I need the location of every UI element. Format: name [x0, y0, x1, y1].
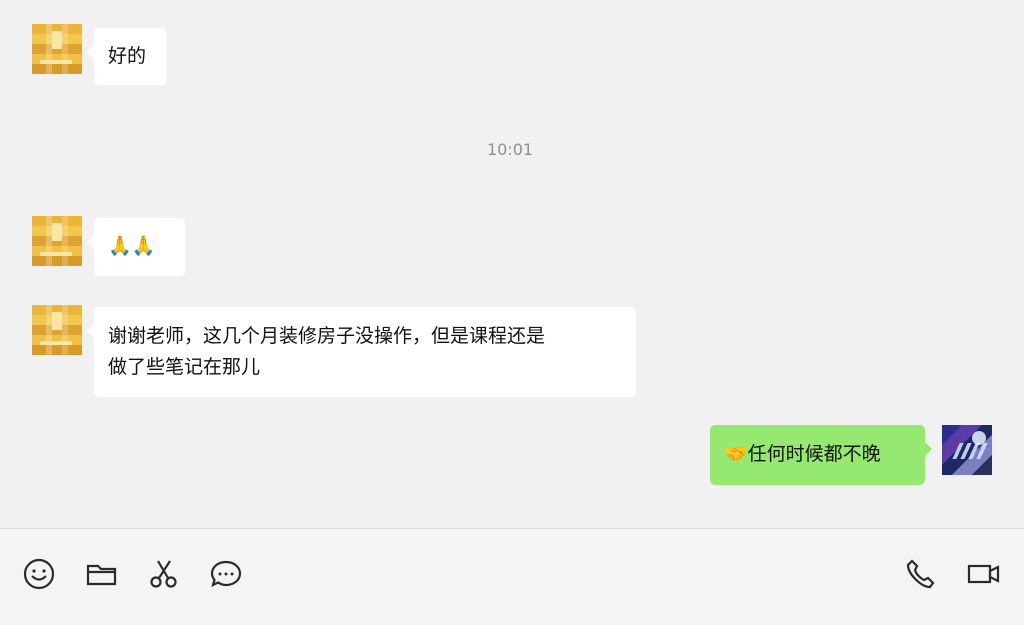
message-toolbar: [0, 528, 1024, 625]
message-bubble-3[interactable]: 谢谢老师，这几个月装修房子没操作，但是课程还是 做了些笔记在那儿: [87, 307, 636, 397]
chat-bubble-icon[interactable]: [208, 556, 244, 592]
message-text-4: 🤝任何时候都不晚: [724, 443, 881, 465]
scissors-icon[interactable]: [146, 556, 182, 592]
emoji-icon[interactable]: [21, 556, 57, 592]
phone-icon[interactable]: [903, 556, 939, 592]
folder-icon[interactable]: [84, 556, 120, 592]
message-timestamp: 10:01: [486, 140, 534, 159]
message-text-3-line1: 谢谢老师，这几个月装修房子没操作，但是课程还是: [108, 325, 546, 347]
video-camera-icon[interactable]: [966, 556, 1002, 592]
user-avatar[interactable]: [942, 425, 992, 475]
message-bubble-4[interactable]: 🤝任何时候都不晚: [710, 425, 932, 485]
chat-area[interactable]: 好的 10:01 🙏🙏 谢谢老师，这几个月装修房子没操作，但是课程还是 做了些笔…: [0, 0, 1024, 528]
contact-avatar[interactable]: [32, 305, 82, 355]
contact-avatar[interactable]: [32, 216, 82, 266]
message-text-1: 好的: [108, 45, 147, 67]
message-text-3-line2: 做了些笔记在那儿: [108, 356, 261, 378]
contact-avatar[interactable]: [32, 24, 82, 74]
message-bubble-2[interactable]: 🙏🙏: [87, 218, 185, 276]
message-bubble-1[interactable]: 好的: [87, 28, 167, 85]
message-text-2: 🙏🙏: [108, 235, 156, 257]
